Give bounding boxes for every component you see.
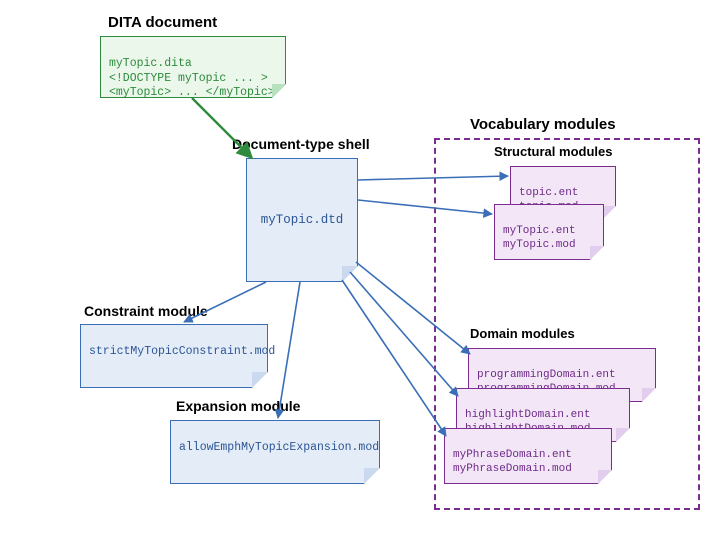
structural-module-mytopic: myTopic.ent myTopic.mod xyxy=(494,204,604,260)
constraint-module-file: strictMyTopicConstraint.mod xyxy=(80,324,268,388)
mytopic-mod: myTopic.mod xyxy=(503,239,576,251)
heading-dita-document: DITA document xyxy=(108,14,217,31)
arrow-shell-to-myphrase xyxy=(342,280,446,436)
dita-filename: myTopic.dita xyxy=(109,57,192,70)
constraint-filename: strictMyTopicConstraint.mod xyxy=(89,345,275,358)
heading-vocabulary-modules: Vocabulary modules xyxy=(470,116,616,133)
page-fold-icon xyxy=(342,266,358,282)
page-fold-icon xyxy=(598,470,612,484)
heading-constraint-module: Constraint module xyxy=(84,303,208,319)
expansion-module-file: allowEmphMyTopicExpansion.mod xyxy=(170,420,380,484)
programming-ent: programmingDomain.ent xyxy=(477,369,616,381)
heading-expansion-module: Expansion module xyxy=(176,398,300,414)
page-fold-icon xyxy=(272,84,286,98)
dita-document-file: myTopic.dita <!DOCTYPE myTopic ... > <my… xyxy=(100,36,286,98)
expansion-filename: allowEmphMyTopicExpansion.mod xyxy=(179,441,379,454)
page-fold-icon xyxy=(602,206,616,220)
dita-root-line: <myTopic> ... </myTopic> xyxy=(109,86,275,99)
page-fold-icon xyxy=(616,428,630,442)
highlight-ent: highlightDomain.ent xyxy=(465,409,590,421)
page-fold-icon xyxy=(590,246,604,260)
heading-document-type-shell: Document-type shell xyxy=(232,136,370,152)
page-fold-icon xyxy=(252,372,268,388)
myphrase-mod: myPhraseDomain.mod xyxy=(453,463,572,475)
document-type-shell-file: myTopic.dtd xyxy=(246,158,358,282)
topic-ent: topic.ent xyxy=(519,187,578,199)
mytopic-ent: myTopic.ent xyxy=(503,225,576,237)
myphrase-ent: myPhraseDomain.ent xyxy=(453,449,572,461)
diagram-canvas: DITA document Document-type shell Vocabu… xyxy=(0,0,720,540)
dita-doctype-line: <!DOCTYPE myTopic ... > xyxy=(109,72,268,85)
page-fold-icon xyxy=(642,388,656,402)
domain-module-myphrase: myPhraseDomain.ent myPhraseDomain.mod xyxy=(444,428,612,484)
page-fold-icon xyxy=(364,468,380,484)
shell-filename: myTopic.dtd xyxy=(261,213,344,229)
